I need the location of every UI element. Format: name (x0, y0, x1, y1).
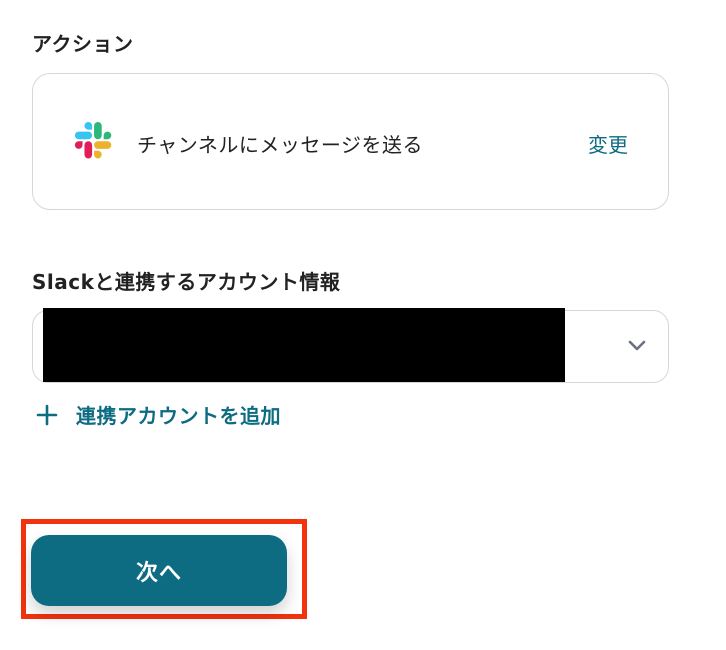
chevron-down-icon (628, 340, 646, 351)
account-section-label: Slackと連携するアカウント情報 (32, 270, 341, 294)
add-account-label: 連携アカウントを追加 (76, 404, 281, 428)
add-account-link[interactable]: 連携アカウントを追加 (36, 400, 281, 429)
redacted-account-value (43, 308, 565, 382)
action-card: チャンネルにメッセージを送る 変更 (32, 73, 669, 210)
account-select[interactable] (32, 308, 669, 383)
slack-icon (74, 121, 112, 159)
plus-icon (36, 404, 58, 425)
action-description: チャンネルにメッセージを送る (137, 133, 423, 157)
action-section-label: アクション (32, 32, 134, 56)
next-button[interactable]: 次へ (31, 535, 287, 606)
change-action-link[interactable]: 変更 (588, 129, 628, 158)
